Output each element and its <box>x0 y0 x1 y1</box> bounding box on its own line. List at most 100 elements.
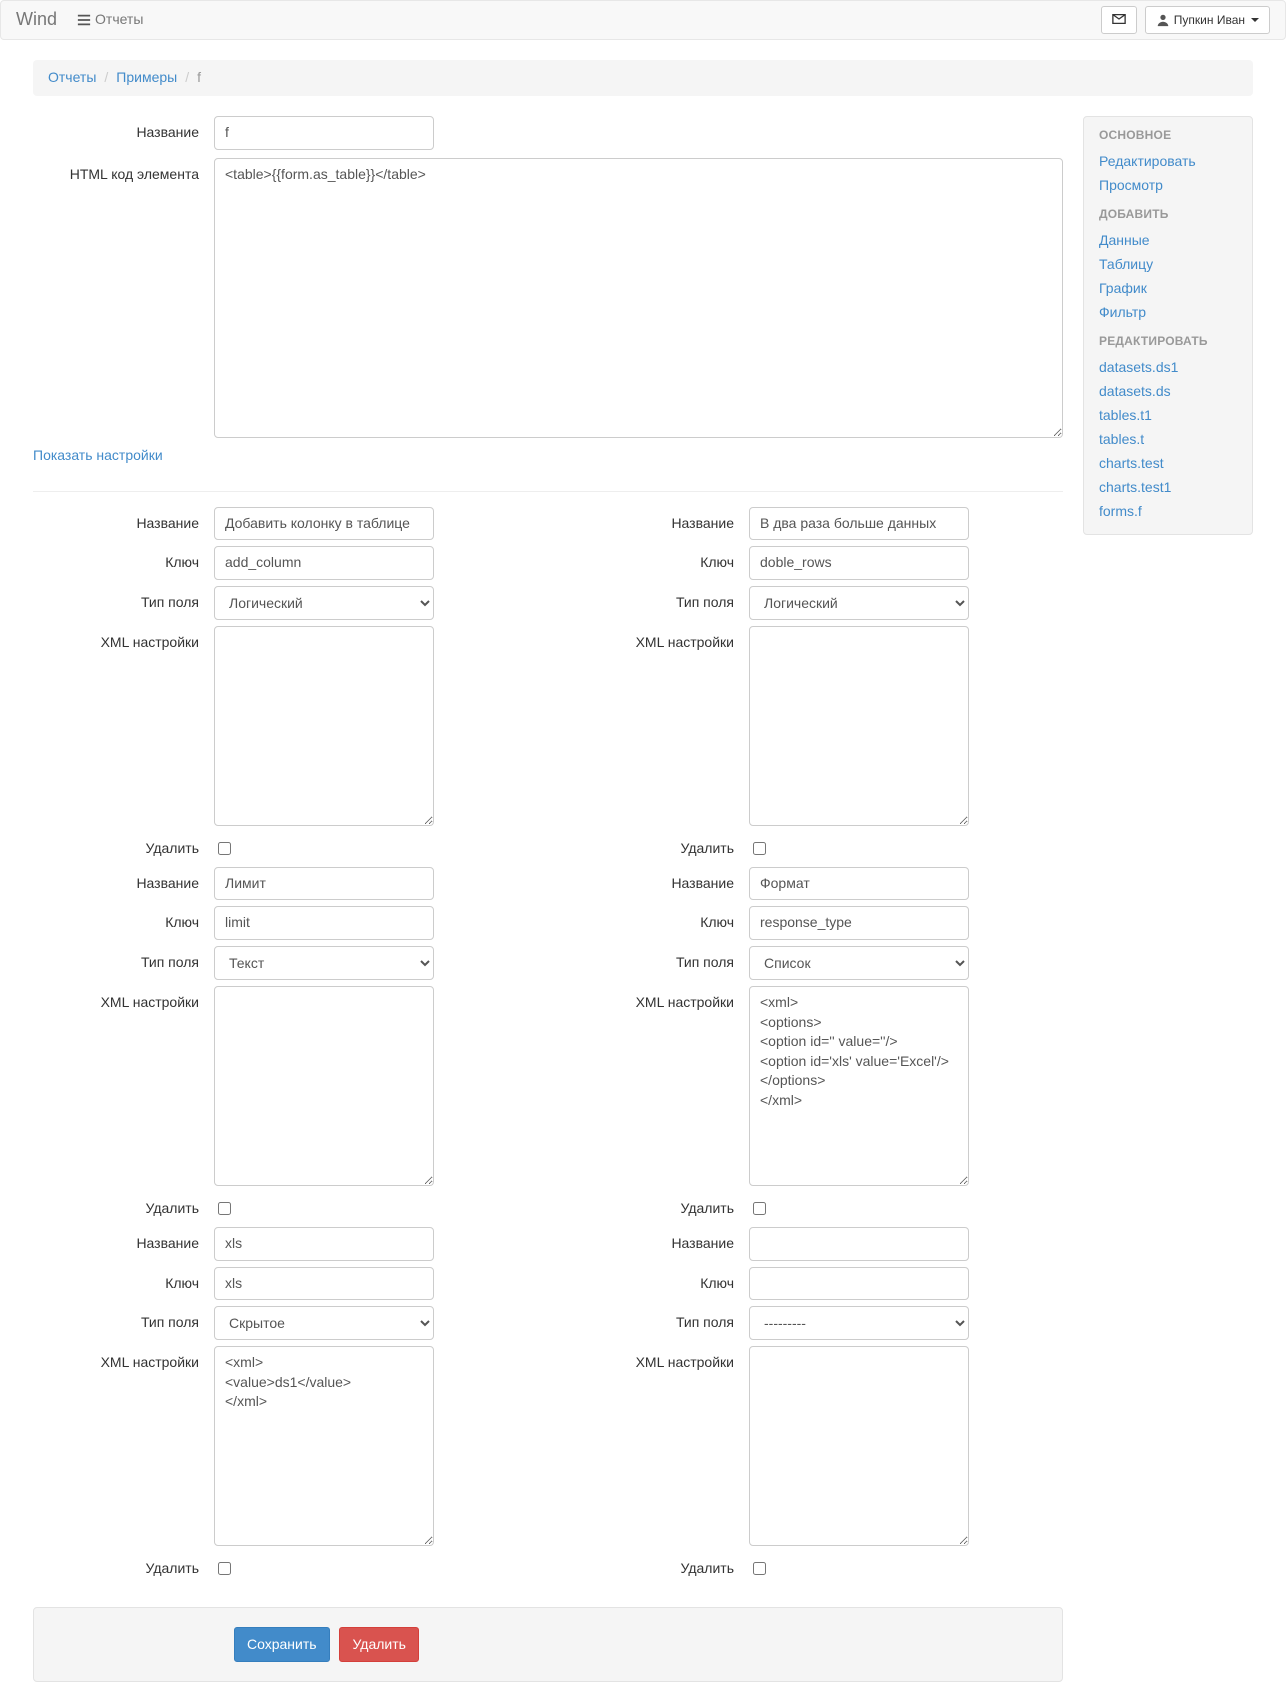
field-label: Название <box>33 1227 214 1254</box>
name-label: Название <box>33 116 214 143</box>
field-delete-checkbox[interactable] <box>218 1562 231 1575</box>
save-button[interactable]: Сохранить <box>234 1627 330 1662</box>
breadcrumb-examples[interactable]: Примеры <box>116 69 177 85</box>
field-label: Ключ <box>568 546 749 573</box>
field-type-select[interactable]: ЛогическийТекстСписокСкрытое--------- <box>749 946 969 980</box>
field-name-input[interactable] <box>214 507 434 541</box>
field-label: Тип поля <box>568 946 749 973</box>
user-name-label: Пупкин Иван <box>1174 11 1245 29</box>
sidebar-heading-editlist: Редактировать <box>1099 333 1237 350</box>
sidebar-item[interactable]: tables.t <box>1099 428 1237 452</box>
field-xml-textarea[interactable] <box>214 626 434 826</box>
sidebar-item[interactable]: tables.t1 <box>1099 404 1237 428</box>
field-type-select[interactable]: ЛогическийТекстСписокСкрытое--------- <box>214 586 434 620</box>
field-label: Тип поля <box>568 1306 749 1333</box>
field-label: XML настройки <box>33 1346 214 1373</box>
field-label: Удалить <box>33 1192 214 1219</box>
sidebar-item[interactable]: datasets.ds <box>1099 380 1237 404</box>
field-name-input[interactable] <box>749 867 969 901</box>
field-label: Название <box>33 507 214 534</box>
field-delete-checkbox[interactable] <box>218 842 231 855</box>
field-block: Название Ключ Тип поляЛогическийТекстСписо… <box>33 507 528 867</box>
field-label: Название <box>568 867 749 894</box>
field-block: НазваниеКлючТип поляЛогическийТекстСписо… <box>568 1227 1063 1587</box>
field-label: Тип поля <box>568 586 749 613</box>
field-type-select[interactable]: ЛогическийТекстСписокСкрытое--------- <box>749 1306 969 1340</box>
sidebar-item[interactable]: charts.test1 <box>1099 476 1237 500</box>
field-label: XML настройки <box>568 986 749 1013</box>
field-type-select[interactable]: ЛогическийТекстСписокСкрытое--------- <box>214 1306 434 1340</box>
envelope-icon <box>1112 12 1126 26</box>
sidebar-heading-main: Основное <box>1099 127 1237 144</box>
field-label: Название <box>568 507 749 534</box>
sidebar-item[interactable]: charts.test <box>1099 452 1237 476</box>
field-label: XML настройки <box>33 986 214 1013</box>
field-label: Удалить <box>568 832 749 859</box>
field-xml-textarea[interactable]: <xml> <value>ds1</value> </xml> <box>214 1346 434 1546</box>
field-xml-textarea[interactable] <box>214 986 434 1186</box>
field-label: Ключ <box>568 906 749 933</box>
field-name-input[interactable] <box>749 507 969 541</box>
html-code-label: HTML код элемента <box>33 158 214 185</box>
messages-button[interactable] <box>1101 6 1137 34</box>
sidebar-edit[interactable]: Редактировать <box>1099 150 1237 174</box>
field-label: Тип поля <box>33 946 214 973</box>
breadcrumb-current: f <box>177 68 201 88</box>
field-key-input[interactable] <box>749 1267 969 1301</box>
sidebar-add-filter[interactable]: Фильтр <box>1099 301 1237 325</box>
field-label: Удалить <box>568 1192 749 1219</box>
sidebar-view[interactable]: Просмотр <box>1099 174 1237 198</box>
field-block: Название Ключ Тип поляЛогическийТекстСписо… <box>33 867 528 1227</box>
field-delete-checkbox[interactable] <box>753 1562 766 1575</box>
field-key-input[interactable] <box>214 1267 434 1301</box>
field-name-input[interactable] <box>214 1227 434 1261</box>
field-xml-textarea[interactable]: <xml> <options> <option id='' value=''/>… <box>749 986 969 1186</box>
field-label: Название <box>568 1227 749 1254</box>
show-settings-link[interactable]: Показать настройки <box>33 446 163 466</box>
field-type-select[interactable]: ЛогическийТекстСписокСкрытое--------- <box>749 586 969 620</box>
field-block: Название Ключ Тип поляЛогическийТекстСписо… <box>33 1227 528 1587</box>
field-label: Ключ <box>33 1267 214 1294</box>
field-key-input[interactable] <box>214 546 434 580</box>
field-label: Удалить <box>568 1552 749 1579</box>
field-label: Удалить <box>33 832 214 859</box>
user-menu-button[interactable]: Пупкин Иван <box>1145 6 1270 34</box>
field-type-select[interactable]: ЛогическийТекстСписокСкрытое--------- <box>214 946 434 980</box>
field-label: XML настройки <box>33 626 214 653</box>
breadcrumb-reports[interactable]: Отчеты <box>48 69 96 85</box>
field-label: Тип поля <box>33 586 214 613</box>
field-label: Название <box>33 867 214 894</box>
field-xml-textarea[interactable] <box>749 1346 969 1546</box>
field-block: Название Ключ Тип поляЛогическийТекстСписо… <box>568 867 1063 1227</box>
caret-down-icon <box>1251 18 1259 22</box>
field-delete-checkbox[interactable] <box>218 1202 231 1215</box>
field-key-input[interactable] <box>749 546 969 580</box>
sidebar-item[interactable]: datasets.ds1 <box>1099 356 1237 380</box>
field-delete-checkbox[interactable] <box>753 842 766 855</box>
field-name-input[interactable] <box>214 867 434 901</box>
field-key-input[interactable] <box>749 906 969 940</box>
sidebar-add-data[interactable]: Данные <box>1099 229 1237 253</box>
field-name-input[interactable] <box>749 1227 969 1261</box>
sidebar-item[interactable]: forms.f <box>1099 500 1237 524</box>
field-delete-checkbox[interactable] <box>753 1202 766 1215</box>
navbar: Wind Отчеты Пупкин Иван <box>0 0 1286 40</box>
field-key-input[interactable] <box>214 906 434 940</box>
html-code-textarea[interactable]: <table>{{form.as_table}}</table> <box>214 158 1063 438</box>
name-input[interactable] <box>214 116 434 150</box>
delete-button[interactable]: Удалить <box>339 1627 418 1662</box>
field-label: XML настройки <box>568 1346 749 1373</box>
sidebar-add-table[interactable]: Таблицу <box>1099 253 1237 277</box>
field-label: Ключ <box>33 546 214 573</box>
field-xml-textarea[interactable] <box>749 626 969 826</box>
nav-reports-label: Отчеты <box>95 10 143 30</box>
breadcrumb: Отчеты Примеры f <box>33 60 1253 96</box>
brand-link[interactable]: Wind <box>16 7 57 33</box>
list-icon <box>77 13 91 27</box>
nav-reports[interactable]: Отчеты <box>77 10 143 30</box>
field-label: Тип поля <box>33 1306 214 1333</box>
field-label: Удалить <box>33 1552 214 1579</box>
field-label: Ключ <box>33 906 214 933</box>
sidebar-add-chart[interactable]: График <box>1099 277 1237 301</box>
sidebar-panel: Основное Редактировать Просмотр Добавить… <box>1083 116 1253 535</box>
